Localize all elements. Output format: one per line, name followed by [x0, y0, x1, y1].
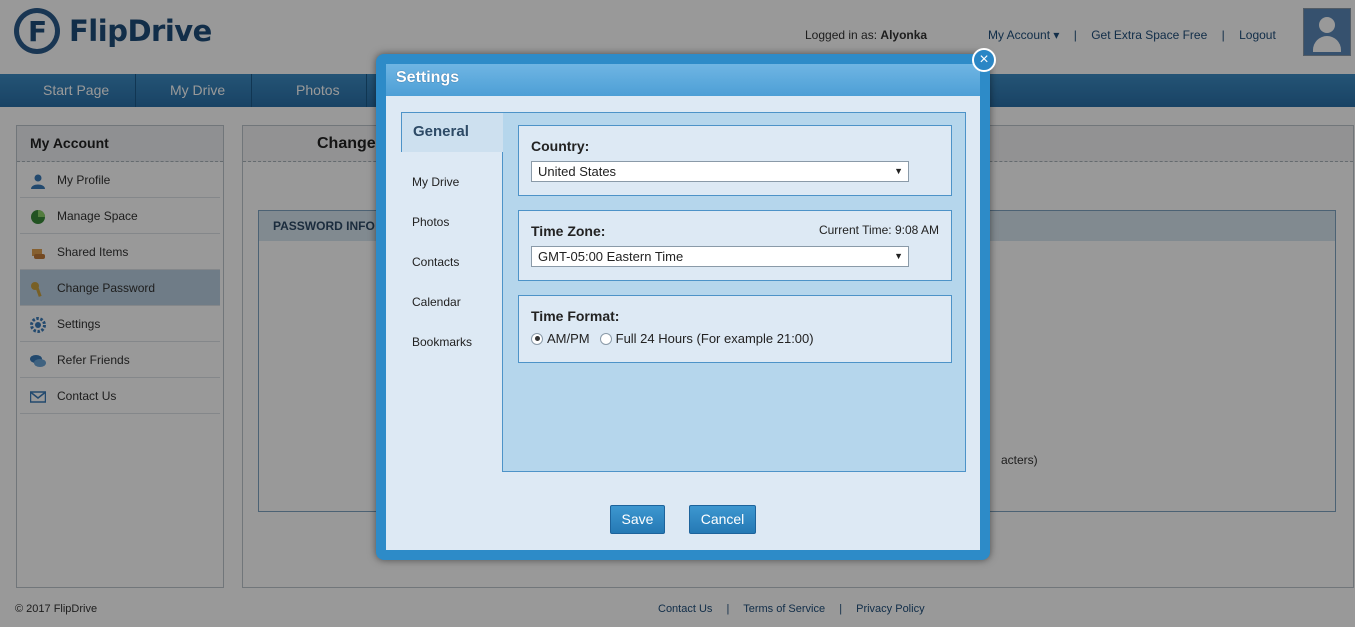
radio-am-pm[interactable] [531, 332, 543, 345]
cancel-button[interactable]: Cancel [689, 505, 756, 534]
general-settings-panel: Country: United States ▼ Time Zone: Curr… [502, 112, 966, 472]
dropdown-arrow-icon: ▼ [894, 251, 903, 261]
time-zone-select[interactable]: GMT-05:00 Eastern Time ▼ [531, 246, 909, 267]
settings-dialog: Settings General My Drive Photos Contact… [376, 48, 996, 560]
settings-dialog-body: Settings General My Drive Photos Contact… [386, 64, 980, 550]
radio-24-hours[interactable] [599, 332, 612, 345]
time-zone-group: Time Zone: Current Time: 9:08 AM GMT-05:… [518, 210, 952, 281]
tab-my-drive[interactable]: My Drive [412, 175, 459, 189]
tab-calendar[interactable]: Calendar [412, 295, 461, 309]
tab-contacts[interactable]: Contacts [412, 255, 459, 269]
tab-general[interactable]: General [401, 112, 503, 152]
time-zone-label: Time Zone: [531, 223, 606, 239]
tab-bookmarks[interactable]: Bookmarks [412, 335, 472, 349]
dropdown-arrow-icon: ▼ [894, 166, 903, 176]
tab-photos[interactable]: Photos [412, 215, 449, 229]
time-format-label: Time Format: [531, 308, 620, 324]
radio-24-hours-label[interactable]: Full 24 Hours (For example 21:00) [616, 331, 814, 346]
dialog-title: Settings [386, 64, 980, 96]
time-format-options: AM/PM Full 24 Hours (For example 21:00) [531, 331, 814, 346]
close-icon[interactable]: × [972, 48, 996, 72]
country-select[interactable]: United States ▼ [531, 161, 909, 182]
country-label: Country: [531, 138, 590, 154]
country-group: Country: United States ▼ [518, 125, 952, 196]
current-time: Current Time: 9:08 AM [818, 223, 939, 237]
save-button[interactable]: Save [610, 505, 665, 534]
time-format-group: Time Format: AM/PM Full 24 Hours (For ex… [518, 295, 952, 363]
radio-am-pm-label[interactable]: AM/PM [547, 331, 590, 346]
